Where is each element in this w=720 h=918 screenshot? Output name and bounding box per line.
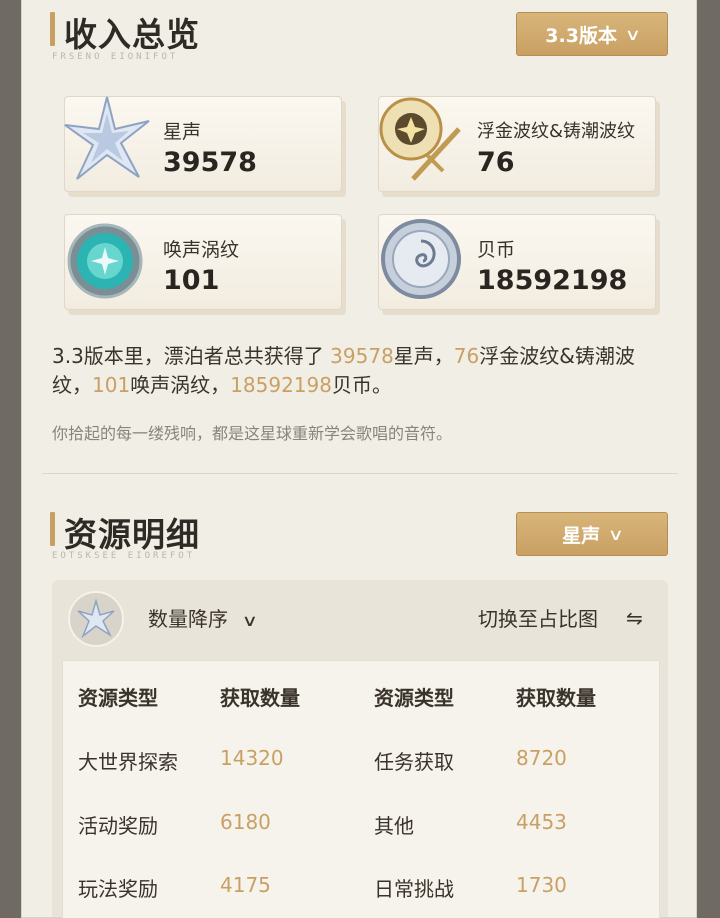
resource-dropdown-label: 星声 — [562, 524, 601, 547]
income-overview-title: 收入总览 — [64, 15, 200, 54]
card-label: 贝币 — [477, 239, 516, 261]
sort-order-dropdown[interactable]: 数量降序 ∨ — [148, 603, 259, 632]
card-value: 101 — [163, 265, 220, 296]
chevron-down-icon: ∨ — [624, 24, 642, 44]
resource-detail-title: 资源明细 — [64, 515, 200, 554]
summary-value: 101 — [92, 373, 131, 397]
income-overview-subtitle: FRSENO EIONIFOT — [52, 52, 179, 62]
golden-orb-sword-icon — [379, 97, 461, 181]
resource-detail-subtitle: EOTSKSEE EIOREFOT — [52, 551, 196, 561]
star-crystal-icon — [64, 96, 150, 180]
summary-text: 星声， — [393, 344, 454, 368]
resource-avatar — [68, 591, 124, 647]
card-value: 18592198 — [477, 265, 628, 296]
table-cell-value: 8720 — [516, 746, 567, 770]
star-crystal-icon — [77, 598, 115, 639]
sort-order-label: 数量降序 — [148, 607, 228, 631]
currency-card-vortex: 唤声涡纹 101 — [64, 214, 342, 310]
table-cell-value: 14320 — [220, 746, 284, 770]
currency-card-ripple: 浮金波纹&铸潮波纹 76 — [378, 96, 656, 192]
version-dropdown[interactable]: 3.3版本 ∨ — [516, 12, 668, 56]
section-accent-bar — [50, 512, 55, 546]
card-value: 39578 — [163, 147, 257, 178]
summary-value: 39578 — [330, 344, 394, 368]
chevron-down-icon: ∨ — [242, 611, 259, 630]
table-header: 获取数量 — [220, 686, 300, 710]
currency-card-shell-credit: 贝币 18592198 — [378, 214, 656, 310]
table-cell-value: 6180 — [220, 810, 271, 834]
switch-to-ratio-chart-button[interactable]: 切换至占比图 — [478, 603, 598, 632]
summary-text: 3.3版本里，漂泊者总共获得了 — [52, 344, 331, 368]
section-divider — [42, 473, 678, 474]
table-header: 资源类型 — [78, 686, 158, 710]
table-header: 资源类型 — [374, 686, 454, 710]
table-header: 获取数量 — [516, 686, 596, 710]
table-cell-name: 其他 — [374, 814, 414, 838]
summary-text: 贝币。 — [331, 373, 392, 397]
chevron-down-icon: ∨ — [607, 524, 625, 544]
income-summary-text: 3.3版本里，漂泊者总共获得了 39578星声，76浮金波纹&铸潮波纹，101唤… — [52, 342, 672, 400]
table-cell-value: 4453 — [516, 810, 567, 834]
table-cell-name: 大世界探索 — [78, 750, 178, 774]
card-label: 浮金波纹&铸潮波纹 — [477, 121, 636, 142]
summary-value: 76 — [453, 344, 480, 368]
table-cell-name: 日常挑战 — [374, 877, 454, 901]
table-cell-value: 1730 — [516, 873, 567, 897]
card-value: 76 — [477, 147, 515, 178]
swap-arrows-icon[interactable]: ⇋ — [626, 606, 643, 630]
table-cell-name: 活动奖励 — [78, 814, 158, 838]
section-accent-bar — [50, 12, 55, 46]
flavor-quote: 你拾起的每一缕残响，都是这星球重新学会歌唱的音符。 — [52, 424, 453, 443]
resource-dropdown[interactable]: 星声 ∨ — [516, 512, 668, 556]
table-cell-value: 4175 — [220, 873, 271, 897]
teal-orb-icon — [67, 223, 143, 299]
shell-coin-icon — [381, 219, 461, 299]
version-dropdown-label: 3.3版本 — [545, 24, 617, 47]
summary-text: 唤声涡纹， — [130, 373, 231, 397]
card-label: 唤声涡纹 — [163, 239, 240, 261]
card-label: 星声 — [163, 121, 202, 143]
currency-card-starsound: 星声 39578 — [64, 96, 342, 192]
table-cell-name: 任务获取 — [374, 750, 454, 774]
summary-value: 18592198 — [230, 373, 332, 397]
table-cell-name: 玩法奖励 — [78, 877, 158, 901]
